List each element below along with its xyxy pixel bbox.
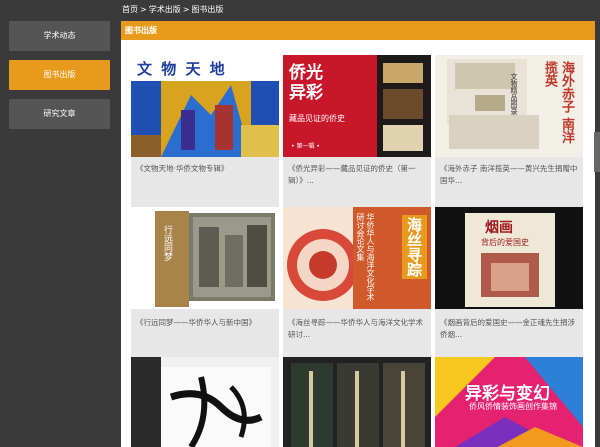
scrollbar-track[interactable] — [595, 21, 600, 447]
cover-volume: • 第一辑 • — [291, 143, 320, 150]
book-cover — [283, 357, 431, 447]
book-cover: 华侨华人与海洋文化学术研讨会论文集 海丝寻踪 — [283, 207, 431, 309]
cover-title: 烟画 — [485, 220, 513, 236]
book-card[interactable]: 华侨华人与海洋文化学术研讨会论文集 海丝寻踪 《海丝寻踪——华侨华人与海洋文化学… — [283, 207, 431, 357]
book-cover: 烟画 背后的爱国史 — [435, 207, 583, 309]
cover-title: 海丝寻踪 — [402, 215, 427, 279]
book-cover: 侨光异彩 藏品见证的侨史 • 第一辑 • — [283, 55, 431, 157]
cover-subtitle: 华侨华人与海洋文化学术研讨会论文集 — [356, 213, 375, 301]
cover-subtitle: 藏品见证的侨史 — [289, 114, 345, 123]
book-card[interactable]: 文 物 天 地 《文物天地·华侨文物专辑》 — [131, 55, 279, 207]
cover-title: 文 物 天 地 — [137, 60, 227, 78]
book-cover: 海外赤子 南洋揽英 文物精品图录 — [435, 55, 583, 157]
book-card[interactable]: 海外赤子 南洋揽英 文物精品图录 《海外赤子 南洋揽英——黄兴先生捐赠中国华..… — [435, 55, 583, 207]
book-caption: 《海外赤子 南洋揽英——黄兴先生捐赠中国华... — [440, 164, 578, 185]
book-caption: 《行远同梦——华侨华人与新中国》 — [136, 318, 256, 327]
sidebar-item-academic-news[interactable]: 学术动态 — [9, 21, 110, 51]
book-caption: 《文物天地·华侨文物专辑》 — [136, 164, 229, 173]
cover-subtitle: 文物精品图录 — [510, 73, 518, 115]
cover-subtitle: 侨风侨情装饰画创作集锦 — [469, 402, 557, 411]
book-caption: 《侨光异彩——藏品见证的侨史（第一辑）》... — [288, 164, 416, 185]
cover-title: 行远同梦 — [162, 225, 172, 261]
sidebar-item-research-articles[interactable]: 研究文章 — [9, 99, 110, 129]
cover-title: 海外赤子 南洋揽英 — [542, 61, 574, 144]
sidebar: 学术动态 图书出版 研究文章 — [0, 0, 118, 447]
book-cover: 异彩与变幻 侨风侨情装饰画创作集锦 — [435, 357, 583, 447]
side-tab[interactable] — [594, 132, 600, 172]
book-caption: 《烟画背后的爱国史——金正魂先生捐涉侨烟... — [440, 318, 575, 339]
sidebar-item-book-publishing[interactable]: 图书出版 — [9, 60, 110, 90]
book-card[interactable] — [131, 357, 279, 447]
breadcrumb-academic-publishing[interactable]: 学术出版 — [149, 5, 181, 14]
book-caption: 《海丝寻踪——华侨华人与海洋文化学术研讨... — [288, 318, 423, 339]
cover-title: 侨光异彩 — [289, 63, 323, 103]
book-card[interactable]: 行远同梦 《行远同梦——华侨华人与新中国》 — [131, 207, 279, 357]
breadcrumb-home[interactable]: 首页 — [122, 5, 138, 14]
book-card[interactable]: 侨光异彩 藏品见证的侨史 • 第一辑 • 《侨光异彩——藏品见证的侨史（第一辑）… — [283, 55, 431, 207]
book-cover: 行远同梦 — [131, 207, 279, 309]
book-card[interactable]: 异彩与变幻 侨风侨情装饰画创作集锦 — [435, 357, 583, 447]
breadcrumb: 首页 > 学术出版 > 图书出版 — [122, 5, 224, 14]
book-card[interactable]: 烟画 背后的爱国史 《烟画背后的爱国史——金正魂先生捐涉侨烟... — [435, 207, 583, 357]
book-card[interactable] — [283, 357, 431, 447]
book-cover — [131, 357, 279, 447]
section-title: 图书出版 — [121, 21, 595, 40]
cover-subtitle: 背后的爱国史 — [481, 238, 529, 247]
book-cover: 文 物 天 地 — [131, 55, 279, 157]
main-content: 图书出版 文 物 天 地 《文物天地·华侨文物专辑》 侨光异彩 藏品见证的侨史 … — [121, 21, 595, 447]
breadcrumb-book-publishing: 图书出版 — [191, 5, 224, 14]
